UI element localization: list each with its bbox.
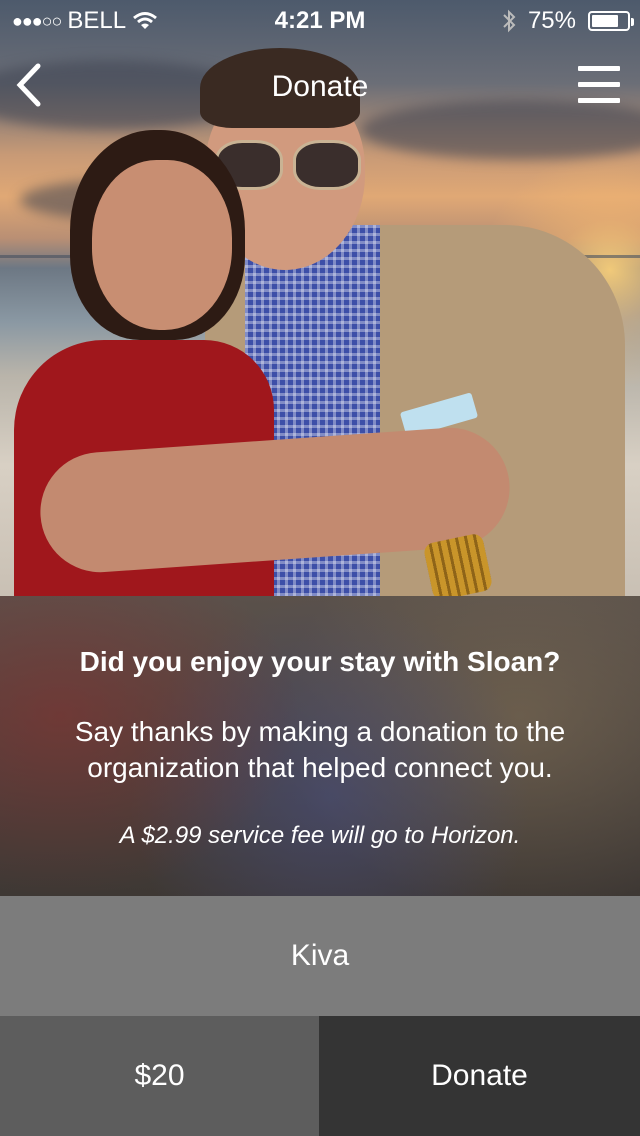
- service-fee-note: A $2.99 service fee will go to Horizon.: [119, 822, 521, 849]
- donation-info-panel: Did you enjoy your stay with Sloan? Say …: [0, 596, 640, 896]
- status-right: 75%: [502, 7, 634, 35]
- stay-question: Did you enjoy your stay with Sloan?: [79, 646, 561, 677]
- sunglasses: [215, 140, 361, 190]
- donate-button[interactable]: Donate: [319, 1016, 640, 1136]
- battery-level: [592, 15, 618, 27]
- status-bar: ●●●○○ BELL 4:21 PM 75%: [0, 0, 640, 40]
- battery-icon: [588, 11, 634, 31]
- hamburger-menu-icon: [578, 82, 620, 87]
- organization-selector[interactable]: Kiva: [0, 896, 640, 1016]
- donation-message: Say thanks by making a donation to the o…: [74, 716, 566, 783]
- hamburger-menu-icon: [578, 66, 620, 71]
- battery-percent: 75%: [527, 7, 576, 34]
- page-title: Donate: [271, 70, 369, 103]
- hamburger-menu-icon: [578, 98, 620, 103]
- amount-selector[interactable]: $20: [0, 1016, 319, 1136]
- menu-button[interactable]: [578, 66, 620, 104]
- woman-face: [92, 160, 232, 330]
- navigation-bar: Donate: [0, 40, 640, 128]
- bracelet: [422, 532, 494, 596]
- bluetooth-icon: [503, 9, 516, 33]
